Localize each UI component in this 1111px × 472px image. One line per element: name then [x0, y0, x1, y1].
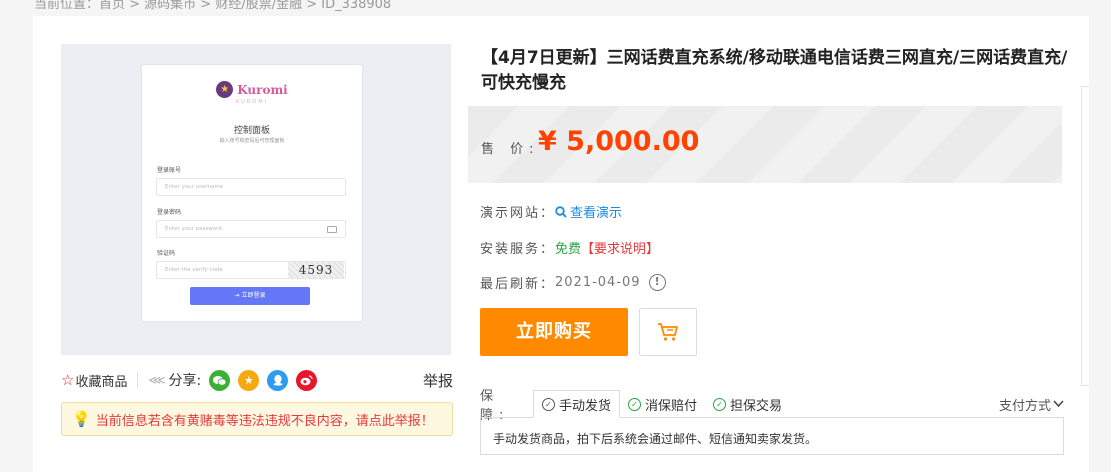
- product-preview-image[interactable]: ★ Kuromi KUROMI 控制面板 输入账号和密码后可管理面板 登录账号 …: [61, 44, 451, 355]
- warning-text: 当前信息若含有黄赌毒等违法违规不良内容，请点此举报！: [95, 413, 434, 429]
- demo-label: 演示网站：: [480, 206, 556, 221]
- product-title: 【4月7日更新】三网话费直充系统/移动联通电信话费三网直充/三网话费直充/可快充…: [481, 48, 1068, 93]
- guarantee-tag-label: 消保赔付: [645, 398, 698, 414]
- search-icon: [555, 205, 567, 218]
- payment-method-label: 支付方式: [998, 398, 1051, 414]
- guarantee-tag-label: 手动发货: [559, 398, 612, 414]
- preview-account-label: 登录账号: [157, 167, 182, 174]
- check-icon: ✓: [628, 397, 642, 411]
- install-row: 安装服务： 免费 【要求说明】: [480, 238, 659, 257]
- report-warning[interactable]: 💡 当前信息若含有黄赌毒等违法违规不良内容，请点此举报！: [61, 402, 453, 436]
- preview-captcha-placeholder: Enter the verify code: [165, 267, 223, 273]
- preview-panel-subtitle: 输入账号和密码后可管理面板: [219, 138, 285, 144]
- preview-logo-sub: KUROMI: [235, 99, 268, 105]
- divider: [137, 372, 139, 388]
- check-icon: ✓: [713, 397, 727, 411]
- weibo-icon[interactable]: [296, 369, 318, 391]
- cart-icon: [657, 322, 679, 342]
- preview-panel-title: 控制面板: [233, 126, 270, 136]
- guarantee-tag-manual-delivery[interactable]: ✓ 手动发货: [533, 390, 621, 418]
- lightbulb-icon: 💡: [72, 410, 91, 428]
- demo-link-label: 查看演示: [570, 206, 623, 221]
- preview-login-button: ⇥ 立即登录: [190, 287, 310, 305]
- refresh-date: 2021-04-09: [555, 275, 641, 290]
- keyboard-icon: [327, 226, 337, 233]
- info-icon[interactable]: !: [648, 274, 666, 291]
- payment-method-dropdown[interactable]: 支付方式: [999, 395, 1064, 414]
- share-icon: ⋘: [148, 373, 166, 387]
- refresh-row: 最后刷新： 2021-04-09 !: [480, 273, 666, 292]
- product-card: ★ Kuromi KUROMI 控制面板 输入账号和密码后可管理面板 登录账号 …: [33, 16, 1089, 472]
- chevron-down-icon: [1053, 400, 1064, 408]
- add-to-cart-button[interactable]: [639, 308, 697, 356]
- install-note-link[interactable]: 【要求说明】: [581, 238, 659, 257]
- preview-captcha-label: 验证码: [157, 250, 176, 257]
- guarantee-row: 保 障: ✓ 手动发货 ✓ 消保赔付 ✓ 担保交易 支付方式: [480, 389, 1064, 423]
- guarantee-tag-label: 担保交易: [730, 398, 783, 414]
- install-label: 安装服务：: [480, 242, 556, 257]
- preview-account-input: Enter your username: [156, 178, 346, 196]
- share-group: ⋘ 分享: ★: [148, 369, 318, 391]
- guarantee-tag-compensation[interactable]: ✓ 消保赔付: [620, 390, 705, 418]
- share-label: 分享:: [168, 373, 202, 389]
- demo-link[interactable]: 查看演示: [555, 202, 622, 221]
- price-value: ¥ 5,000.00: [538, 126, 700, 157]
- favorite-label: 收藏商品: [75, 374, 128, 390]
- qzone-icon[interactable]: ★: [238, 369, 260, 391]
- check-icon: ✓: [542, 397, 555, 411]
- report-link[interactable]: 举报: [423, 370, 453, 391]
- price-label: 售 价:: [481, 142, 540, 157]
- preview-password-placeholder: Enter your password: [165, 226, 222, 232]
- wechat-icon[interactable]: [209, 369, 231, 391]
- favorite-button[interactable]: ☆ 收藏商品: [61, 371, 127, 390]
- guarantee-tag-escrow[interactable]: ✓ 担保交易: [705, 390, 790, 418]
- side-panel-edge: [1081, 86, 1089, 386]
- preview-captcha-image: 4593: [288, 262, 344, 278]
- preview-logo: ★ Kuromi: [142, 81, 362, 98]
- preview-password-label: 登录密码: [157, 209, 182, 216]
- product-actions: ☆ 收藏商品 ⋘ 分享: ★ 举报: [61, 368, 453, 392]
- demo-row: 演示网站： 查看演示: [480, 202, 622, 221]
- breadcrumb: 当前位置：首页 > 源码集市 > 财经/股票/金融 > ID_338908: [34, 0, 392, 12]
- refresh-label: 最后刷新：: [480, 277, 556, 292]
- preview-captcha-input: Enter the verify code 4593: [156, 261, 346, 279]
- star-icon: ☆: [61, 371, 75, 389]
- qq-icon[interactable]: [267, 369, 289, 391]
- install-free: 免费: [555, 242, 582, 257]
- kuromi-logo-icon: ★: [216, 81, 234, 98]
- buy-now-button[interactable]: 立即购买: [480, 308, 628, 356]
- preview-login-panel: ★ Kuromi KUROMI 控制面板 输入账号和密码后可管理面板 登录账号 …: [141, 64, 363, 322]
- preview-logo-text: Kuromi: [237, 82, 288, 97]
- preview-password-input: Enter your password: [156, 220, 346, 238]
- guarantee-description: 手动发货商品，拍下后系统会通过邮件、短信通知卖家发货。: [480, 417, 1064, 455]
- price-box: 售 价: ¥ 5,000.00: [468, 106, 1062, 183]
